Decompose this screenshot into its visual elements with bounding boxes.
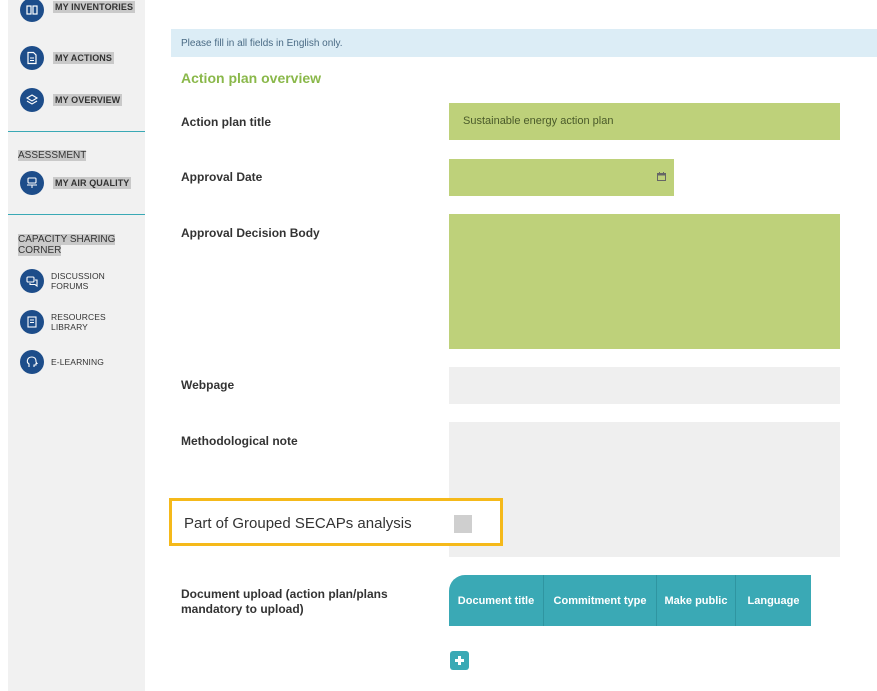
methodological-note-input[interactable] xyxy=(449,422,840,557)
info-notice: Please fill in all fields in English onl… xyxy=(171,29,877,57)
label-document-upload: Document upload (action plan/plans manda… xyxy=(181,587,388,616)
label-action-plan-title: Action plan title xyxy=(181,115,271,129)
head-icon xyxy=(20,350,44,374)
column-header[interactable]: Commitment type xyxy=(544,575,657,626)
notice-text: Please fill in all fields in English onl… xyxy=(181,37,343,49)
library-icon xyxy=(20,310,44,334)
nav-label: MY ACTIONS xyxy=(53,52,115,64)
nav-label: E-LEARNING xyxy=(51,357,104,367)
nav-label: MY OVERVIEW xyxy=(53,94,123,106)
layers-icon xyxy=(20,88,44,112)
air-quality-icon xyxy=(20,171,44,195)
chat-icon xyxy=(20,269,44,293)
grouped-secaps-checkbox[interactable] xyxy=(454,515,472,533)
section-title-action-plan: Action plan overview xyxy=(181,70,322,86)
label-grouped-secaps: Part of Grouped SECAPs analysis xyxy=(184,515,412,532)
divider xyxy=(8,131,145,132)
divider xyxy=(8,214,145,215)
section-title-assessment: ASSESSMENT xyxy=(18,150,87,161)
nav-label: RESOURCES LIBRARY xyxy=(51,312,106,332)
action-plan-title-value: Sustainable energy action plan xyxy=(463,115,614,127)
webpage-input[interactable] xyxy=(449,367,840,404)
sidebar: MY INVENTORIES MY ACTIONS MY OVERVIEW AS… xyxy=(8,0,145,691)
label-webpage: Webpage xyxy=(181,378,235,392)
column-header[interactable]: Document title xyxy=(449,575,544,626)
documents-table-header: Document title Commitment type Make publ… xyxy=(449,575,811,626)
action-plan-title-input[interactable]: Sustainable energy action plan xyxy=(449,103,840,140)
inventory-icon xyxy=(20,0,44,22)
label-approval-decision-body: Approval Decision Body xyxy=(181,226,320,240)
approval-date-input[interactable] xyxy=(449,159,674,196)
approval-decision-body-input[interactable] xyxy=(449,214,840,349)
nav-my-air-quality[interactable]: MY AIR QUALITY xyxy=(20,171,132,195)
column-header[interactable]: Language xyxy=(736,575,811,626)
section-title-capacity: CAPACITY SHARING CORNER xyxy=(18,234,116,256)
document-icon xyxy=(20,46,44,70)
nav-resources-library[interactable]: RESOURCES LIBRARY xyxy=(20,310,111,334)
nav-my-inventories[interactable]: MY INVENTORIES xyxy=(20,0,136,22)
plus-icon xyxy=(455,656,464,665)
nav-my-overview[interactable]: MY OVERVIEW xyxy=(20,88,123,112)
label-methodological-note: Methodological note xyxy=(181,434,298,448)
nav-label: DISCUSSION FORUMS xyxy=(51,271,105,291)
nav-e-learning[interactable]: E-LEARNING xyxy=(20,350,104,374)
calendar-icon[interactable] xyxy=(657,172,666,181)
column-header[interactable]: Make public xyxy=(657,575,736,626)
nav-label: MY INVENTORIES xyxy=(53,1,136,13)
nav-discussion-forums[interactable]: DISCUSSION FORUMS xyxy=(20,269,111,293)
nav-label: MY AIR QUALITY xyxy=(53,177,132,189)
add-document-button[interactable] xyxy=(450,651,469,670)
label-approval-date: Approval Date xyxy=(181,170,263,184)
nav-my-actions[interactable]: MY ACTIONS xyxy=(20,46,115,70)
